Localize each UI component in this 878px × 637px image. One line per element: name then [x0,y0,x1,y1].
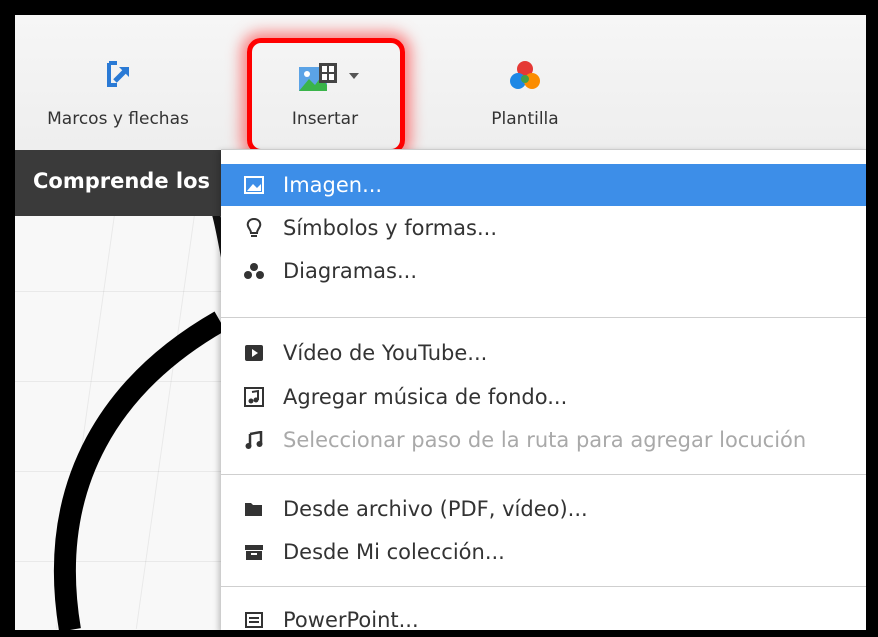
prezi-editor: Marcos y flechas Insertar Plantilla Comp… [15,15,866,630]
menu-item-youtube[interactable]: Vídeo de YouTube... [221,332,866,374]
menu-item-voiceover: Seleccionar paso de la ruta para agregar… [221,419,866,461]
youtube-icon [239,344,269,362]
toolbar: Marcos y flechas Insertar Plantilla [15,15,866,154]
template-button[interactable]: Plantilla [470,15,580,150]
menu-item-my-collection[interactable]: Desde Mi colección... [221,531,866,573]
menu-item-symbols-shapes[interactable]: Símbolos y formas... [221,207,866,249]
lightbulb-icon [239,217,269,239]
music-note-icon [239,431,269,449]
menu-item-label: Desde Mi colección... [283,540,505,564]
collection-box-icon [239,543,269,561]
powerpoint-icon [239,611,269,629]
image-icon [239,176,269,194]
circle-frame-shape [53,209,225,630]
menu-item-label: Agregar música de fondo... [283,385,568,409]
menu-separator [221,586,866,587]
menu-item-powerpoint[interactable]: PowerPoint... [221,599,866,630]
template-palette-icon [510,61,540,89]
canvas-title: Comprende los [33,169,211,193]
menu-separator [221,317,866,318]
frames-arrows-icon [107,61,129,87]
menu-item-label: Desde archivo (PDF, vídeo)... [283,497,588,521]
frames-arrows-label: Marcos y flechas [47,109,189,129]
menu-item-label: Vídeo de YouTube... [283,341,488,365]
menu-item-from-file[interactable]: Desde archivo (PDF, vídeo)... [221,488,866,530]
diagram-icon [239,262,269,280]
template-label: Plantilla [491,109,559,129]
menu-item-label: Símbolos y formas... [283,216,497,240]
frames-arrows-button[interactable]: Marcos y flechas [23,15,213,150]
menu-item-label: Diagramas... [283,259,417,283]
menu-item-image[interactable]: Imagen... [221,164,866,206]
folder-icon [239,500,269,518]
insert-highlight [247,38,405,154]
menu-separator [221,474,866,475]
canvas-title-bar: Comprende los [15,150,221,216]
menu-item-diagrams[interactable]: Diagramas... [221,250,866,292]
menu-item-label: Seleccionar paso de la ruta para agregar… [283,428,807,452]
menu-item-background-music[interactable]: Agregar música de fondo... [221,376,866,418]
insert-dropdown-menu: Imagen... Símbolos y formas... Diagramas… [221,149,866,630]
menu-item-label: PowerPoint... [283,608,419,630]
music-file-icon [239,387,269,407]
menu-item-label: Imagen... [283,173,383,197]
